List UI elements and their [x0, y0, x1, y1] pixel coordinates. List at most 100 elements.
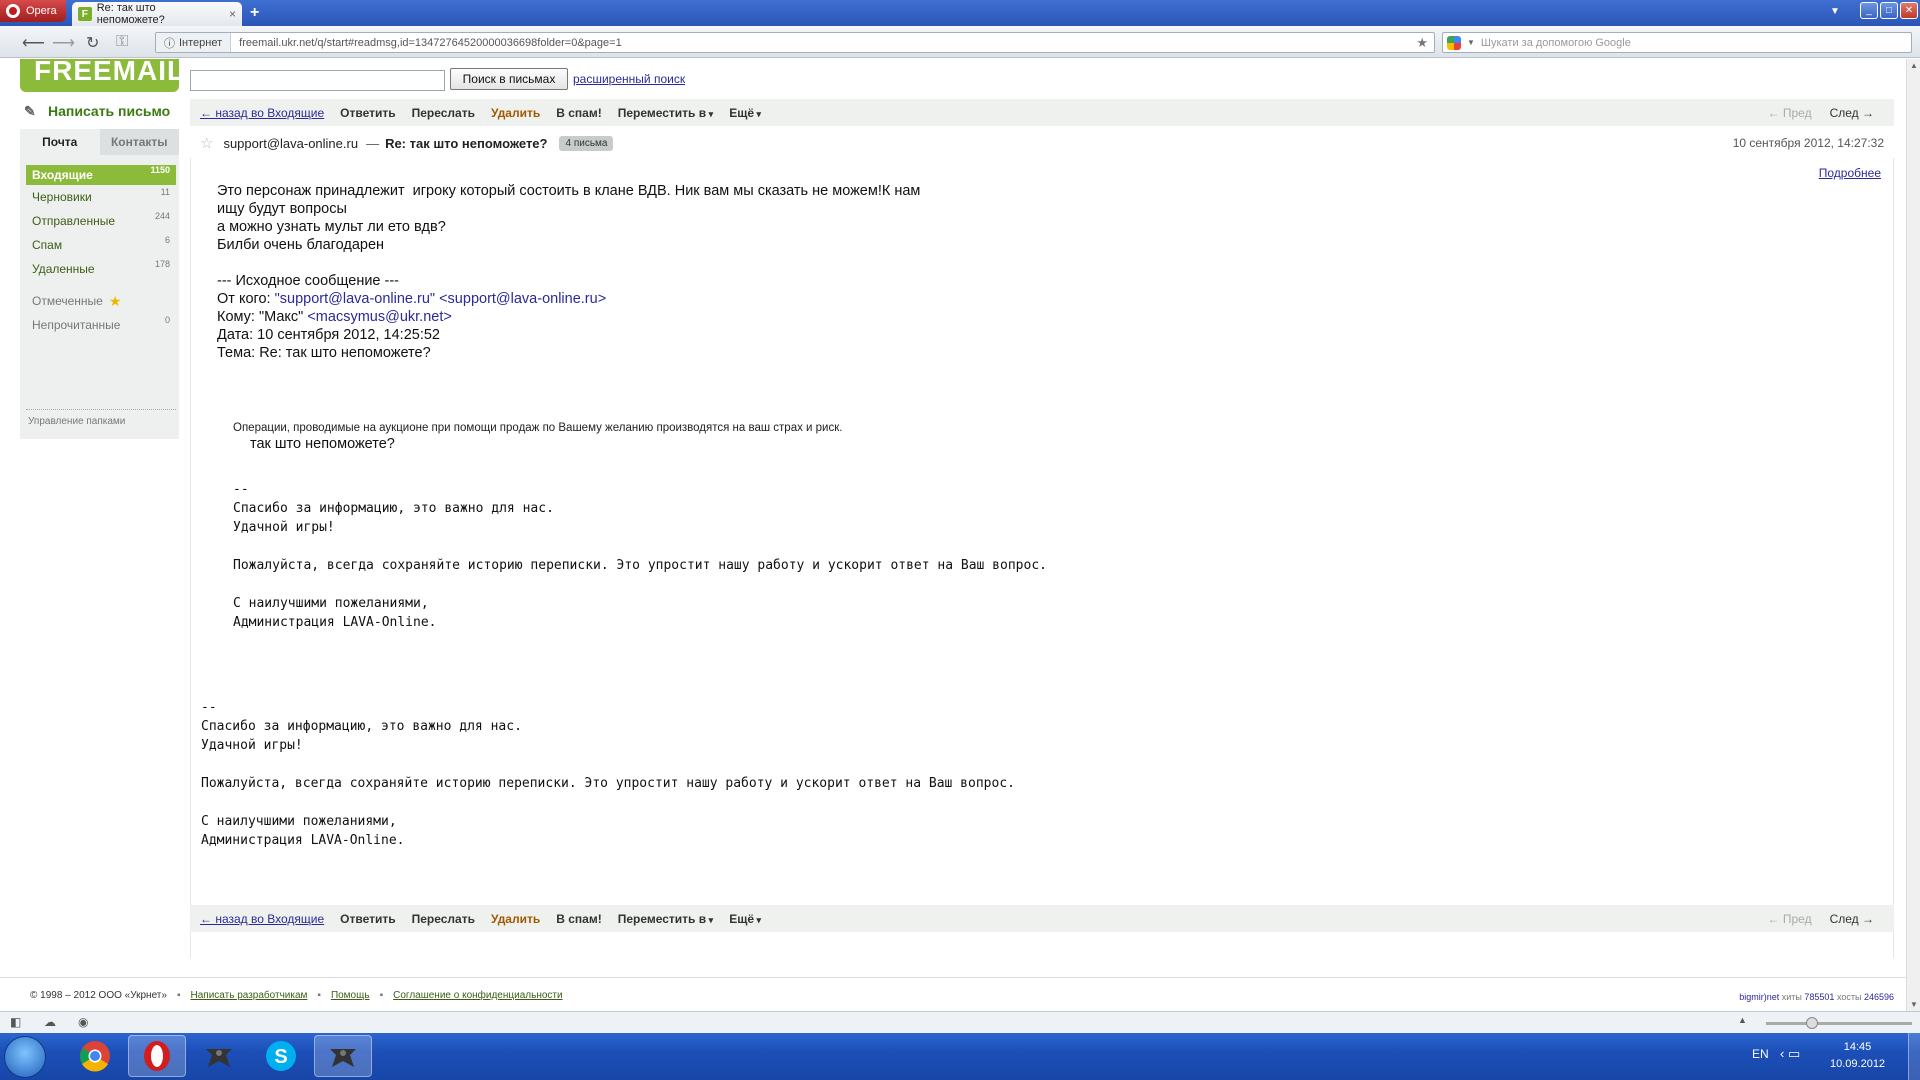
back-to-inbox-link[interactable]: ← назад во Входящие — [200, 912, 324, 926]
orig-from-email-link[interactable]: <support@lava-online.ru> — [439, 291, 606, 307]
footer-separator: ▪ — [317, 990, 321, 1001]
back-to-inbox-link[interactable]: ← назад во Входящие — [200, 106, 324, 120]
back-arrow-icon[interactable]: ⟵ — [22, 33, 45, 53]
manage-folders-link[interactable]: Управление папками — [28, 416, 125, 427]
thread-count-badge[interactable]: 4 письма — [559, 135, 614, 151]
sidebar-divider — [26, 409, 176, 410]
search-engine-chevron-icon[interactable]: ▼ — [1467, 38, 1475, 47]
close-window-button[interactable]: ✕ — [1900, 2, 1918, 19]
window-controls: _ □ ✕ — [1860, 2, 1918, 19]
scroll-up-icon[interactable]: ▲ — [1910, 61, 1918, 70]
reply-button[interactable]: Ответить — [340, 106, 395, 120]
orig-from-name-link[interactable]: "support@lava-online.ru" — [275, 291, 435, 307]
show-desktop-button[interactable] — [1908, 1033, 1920, 1080]
next-message-button[interactable]: След → — [1830, 106, 1874, 120]
flag-star-icon[interactable]: ☆ — [200, 134, 213, 152]
zoom-slider[interactable] — [1766, 1017, 1912, 1029]
speed-dial-icon[interactable]: ◉ — [78, 1015, 88, 1029]
prev-message-button[interactable]: ← Пред — [1768, 912, 1812, 926]
tab-close-icon[interactable]: × — [229, 7, 236, 21]
folder-trash[interactable]: Удаленные 178 — [26, 259, 176, 279]
star-icon: ★ — [108, 292, 122, 309]
turbo-cloud-icon[interactable]: ☁ — [44, 1015, 56, 1029]
compose-label: Написать письмо — [48, 103, 171, 119]
folder-count: 11 — [160, 187, 170, 197]
input-language[interactable]: EN — [1752, 1047, 1769, 1061]
spam-button[interactable]: В спам! — [556, 912, 601, 926]
footer-link-developers[interactable]: Написать разработчикам — [191, 990, 308, 1001]
folder-label: Отмеченные — [32, 294, 103, 308]
page-content: FREEMAIL ✎ Написать письмо Поиск в письм… — [0, 57, 1906, 1011]
google-search-field[interactable]: ▼ Шукати за допомогою Google — [1442, 32, 1912, 53]
key-icon[interactable]: ⚿ — [116, 33, 128, 51]
start-button[interactable] — [4, 1036, 46, 1078]
scroll-down-icon[interactable]: ▼ — [1910, 1000, 1918, 1009]
forward-arrow-icon[interactable]: ⟶ — [52, 33, 75, 53]
mail-search-button[interactable]: Поиск в письмах — [450, 68, 568, 90]
sender-address[interactable]: support@lava-online.ru — [223, 136, 358, 151]
url-text[interactable]: freemail.ukr.net/q/start#readmsg,id=1347… — [231, 37, 622, 49]
clock-time: 14:45 — [1843, 1041, 1872, 1053]
zoom-slider-knob[interactable] — [1806, 1017, 1818, 1029]
windows-taskbar: S EN ‹ ▭ 14:45 10.09.2012 — [0, 1033, 1920, 1080]
message-toolbar-bottom: ← назад во Входящие Ответить Переслать У… — [190, 905, 1894, 932]
folder-count: 178 — [154, 259, 170, 269]
tab-list-chevron-icon[interactable]: ▼ — [1830, 6, 1840, 17]
opera-taskbar-icon[interactable] — [128, 1035, 186, 1077]
footer-link-privacy[interactable]: Соглашение о конфиденциальности — [393, 990, 562, 1001]
orig-to-email-link[interactable]: <macsymus@ukr.net> — [307, 309, 451, 325]
maximize-button[interactable]: □ — [1880, 2, 1898, 19]
reload-icon[interactable]: ↻ — [86, 33, 99, 53]
folder-drafts[interactable]: Черновики 11 — [26, 187, 176, 207]
forward-button[interactable]: Переслать — [412, 912, 475, 926]
address-bar[interactable]: ⓘ Інтернет freemail.ukr.net/q/start#readm… — [155, 32, 1435, 53]
system-clock[interactable]: 14:45 10.09.2012 — [1830, 1039, 1885, 1073]
quoted-signature: -- Спасибо за информацию, это важно для … — [233, 482, 1047, 630]
folder-sent[interactable]: Отправленные 244 — [26, 211, 176, 231]
move-to-dropdown[interactable]: Переместить в — [618, 912, 713, 926]
vertical-scrollbar[interactable]: ▲ ▼ — [1906, 59, 1920, 1011]
signature: -- Спасибо за информацию, это важно для … — [201, 700, 1015, 848]
security-badge[interactable]: ⓘ Інтернет — [156, 33, 232, 52]
minimize-button[interactable]: _ — [1860, 2, 1878, 19]
freemail-logo[interactable]: FREEMAIL — [20, 57, 184, 92]
folder-inbox[interactable]: Входящие 1150 — [26, 165, 176, 185]
bookmark-star-icon[interactable]: ★ — [1416, 35, 1434, 51]
mail-search-input[interactable] — [190, 70, 445, 91]
tab-mail[interactable]: Почта — [20, 129, 100, 155]
details-link[interactable]: Подробнее — [1819, 166, 1881, 180]
message-toolbar-top: ← назад во Входящие Ответить Переслать У… — [190, 99, 1894, 126]
tab-active[interactable]: F Re: так што непоможете? × — [72, 2, 242, 26]
compose-button[interactable]: ✎ Написать письмо — [24, 103, 170, 119]
hits-label: хиты — [1781, 992, 1802, 1002]
tab-contacts[interactable]: Контакты — [99, 129, 179, 155]
chrome-taskbar-icon[interactable] — [66, 1035, 124, 1077]
more-dropdown[interactable]: Ещё — [729, 106, 761, 120]
reply-button[interactable]: Ответить — [340, 912, 395, 926]
folder-unread[interactable]: Непрочитанные 0 — [26, 315, 176, 335]
folder-spam[interactable]: Спам 6 — [26, 235, 176, 255]
advanced-search-link[interactable]: расширенный поиск — [573, 72, 685, 86]
next-message-button[interactable]: След → — [1830, 912, 1874, 926]
tray-expand-icon[interactable]: ‹ ▭ — [1780, 1046, 1800, 1062]
footer-separator: ▪ — [379, 990, 384, 1001]
zoom-up-icon[interactable]: ▲ — [1738, 1015, 1747, 1025]
forward-button[interactable]: Переслать — [412, 106, 475, 120]
skype-taskbar-icon[interactable]: S — [252, 1035, 310, 1077]
prev-message-button[interactable]: ← Пред — [1768, 106, 1812, 120]
move-to-dropdown[interactable]: Переместить в — [618, 106, 713, 120]
opera-menu-button[interactable]: Opera — [0, 0, 66, 22]
footer-link-help[interactable]: Помощь — [331, 990, 370, 1001]
delete-button[interactable]: Удалить — [491, 106, 540, 120]
browser-navbar: ⟵ ⟶ ↻ ⚿ ⓘ Інтернет freemail.ukr.net/q/sta… — [0, 26, 1920, 58]
hosts-value: 246596 — [1863, 992, 1894, 1002]
more-dropdown[interactable]: Ещё — [729, 912, 761, 926]
bigmir-counter[interactable]: bigmir)net хиты 785501 хосты 246596 — [1739, 992, 1894, 1002]
delete-button[interactable]: Удалить — [491, 912, 540, 926]
folder-starred[interactable]: Отмеченные ★ — [26, 291, 176, 311]
game-taskbar-icon[interactable] — [190, 1035, 248, 1077]
panel-toggle-icon[interactable]: ◧ — [10, 1015, 21, 1029]
spam-button[interactable]: В спам! — [556, 106, 601, 120]
new-tab-button[interactable]: + — [250, 4, 259, 22]
game-taskbar-icon[interactable] — [314, 1035, 372, 1077]
